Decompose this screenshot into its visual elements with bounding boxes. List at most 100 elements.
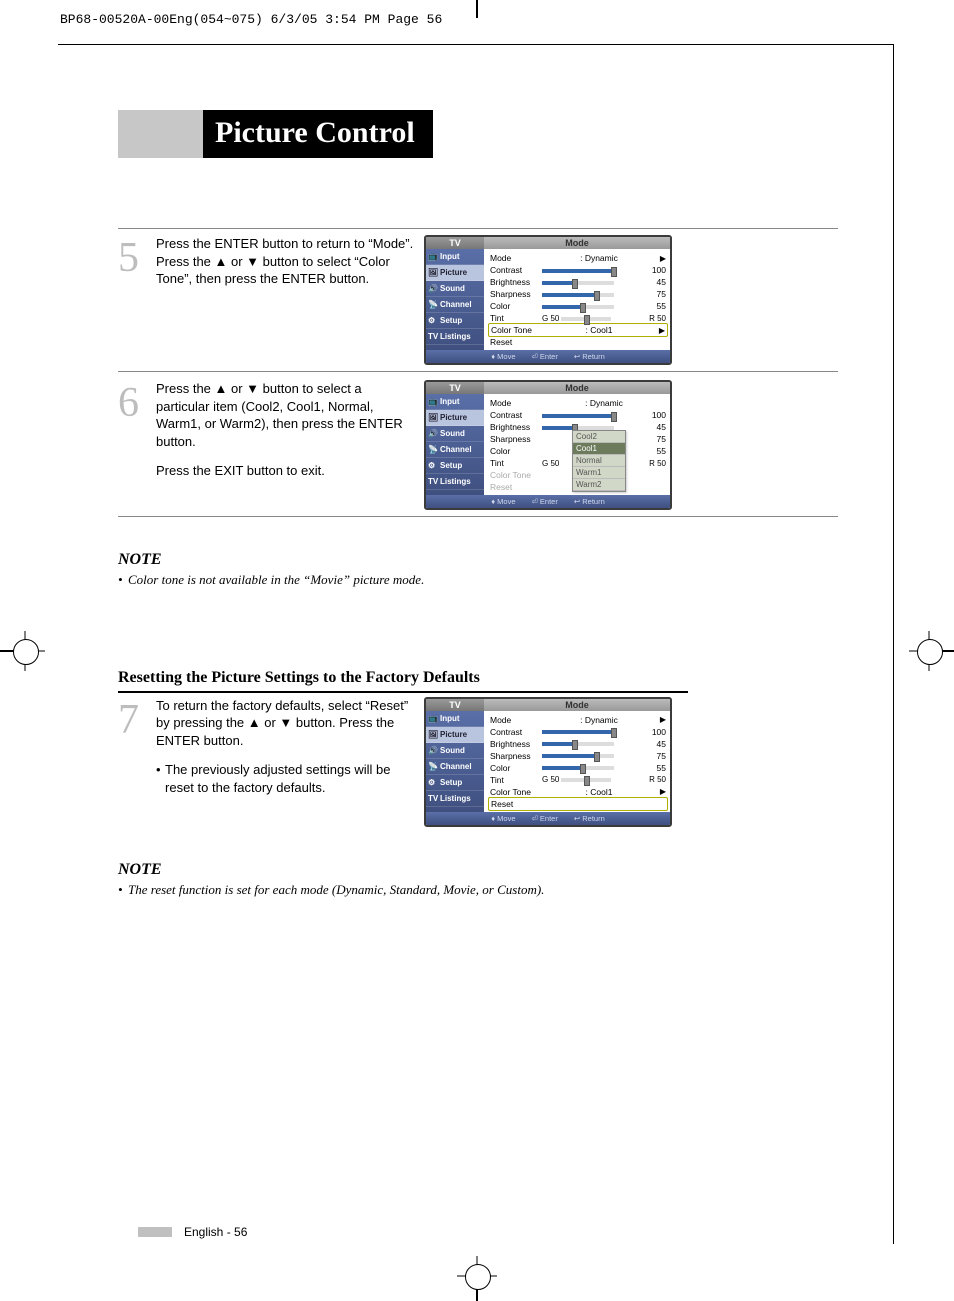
row-tint[interactable]: Tint G 50 R 50 bbox=[490, 774, 666, 786]
sidebar-item-input[interactable]: 📺Input bbox=[426, 394, 484, 410]
chevron-right-icon: ▶ bbox=[656, 715, 666, 724]
setup-icon: ⚙ bbox=[428, 316, 435, 325]
row-color[interactable]: Color 55 bbox=[490, 762, 666, 774]
row-contrast[interactable]: Contrast 100 bbox=[490, 726, 666, 738]
crop-mark-top bbox=[476, 0, 478, 18]
picture-icon: 🖼 bbox=[428, 413, 438, 422]
page-footer: English - 56 bbox=[138, 1225, 247, 1239]
sidebar-item-listings[interactable]: TVListings bbox=[426, 791, 484, 807]
row-tint[interactable]: Tint G 50 R 50 bbox=[490, 312, 666, 324]
chevron-right-icon: ▶ bbox=[655, 326, 665, 335]
setup-icon: ⚙ bbox=[428, 778, 435, 787]
tv-menu: TV Mode 📺Input 🖼Picture 🔊Sound 📡Channel … bbox=[424, 235, 672, 365]
tv-header-left: TV bbox=[426, 382, 484, 394]
channel-icon: 📡 bbox=[428, 445, 438, 454]
step-number: 5 bbox=[118, 235, 156, 365]
dd-warm2[interactable]: Warm2 bbox=[573, 479, 625, 491]
title-accent bbox=[118, 110, 203, 158]
footer-text: English - 56 bbox=[184, 1225, 247, 1239]
row-contrast[interactable]: Contrast 100 bbox=[490, 409, 666, 421]
row-color-tone[interactable]: Color Tone : Cool1 ▶ bbox=[490, 786, 666, 798]
dd-cool1[interactable]: Cool1 bbox=[573, 443, 625, 455]
setup-icon: ⚙ bbox=[428, 461, 435, 470]
row-reset[interactable]: Reset bbox=[488, 797, 668, 811]
step-row-7: 7 To return the factory defaults, select… bbox=[118, 693, 838, 827]
registration-mark-bottom bbox=[452, 1251, 502, 1301]
step-text: To return the factory defaults, select “… bbox=[156, 697, 424, 827]
row-contrast[interactable]: Contrast 100 bbox=[490, 264, 666, 276]
sidebar-item-sound[interactable]: 🔊Sound bbox=[426, 281, 484, 297]
move-icon: ♦ bbox=[491, 352, 495, 361]
sidebar-item-listings[interactable]: TVListings bbox=[426, 474, 484, 490]
sidebar-item-input[interactable]: 📺Input bbox=[426, 711, 484, 727]
tv-screenshot-3: TV Mode 📺Input 🖼Picture 🔊Sound 📡Channel … bbox=[424, 697, 672, 827]
input-icon: 📺 bbox=[428, 252, 438, 261]
note2-body: •The reset function is set for each mode… bbox=[118, 881, 838, 899]
row-mode[interactable]: Mode : Dynamic bbox=[490, 397, 666, 409]
row-sharpness[interactable]: Sharpness 75 bbox=[490, 288, 666, 300]
channel-icon: 📡 bbox=[428, 300, 438, 309]
row-mode[interactable]: Mode : Dynamic ▶ bbox=[490, 714, 666, 726]
step-text: Press the ENTER button to return to “Mod… bbox=[156, 235, 424, 365]
move-icon: ♦ bbox=[491, 497, 495, 506]
tv-footer: ♦ Move ⏎ Enter ↩ Return bbox=[426, 495, 670, 508]
enter-icon: ⏎ bbox=[532, 352, 538, 361]
registration-mark-left bbox=[0, 626, 50, 676]
tv-menu: TV Mode 📺Input 🖼Picture 🔊Sound 📡Channel … bbox=[424, 697, 672, 827]
chevron-right-icon: ▶ bbox=[656, 254, 666, 263]
sidebar-item-setup[interactable]: ⚙Setup bbox=[426, 458, 484, 474]
step-number: 6 bbox=[118, 380, 156, 510]
sidebar-item-channel[interactable]: 📡Channel bbox=[426, 759, 484, 775]
chevron-right-icon: ▶ bbox=[656, 787, 666, 796]
input-icon: 📺 bbox=[428, 714, 438, 723]
listings-icon: TV bbox=[428, 477, 438, 486]
input-icon: 📺 bbox=[428, 397, 438, 406]
sidebar-item-channel[interactable]: 📡Channel bbox=[426, 297, 484, 313]
subheading-reset: Resetting the Picture Settings to the Fa… bbox=[118, 669, 688, 693]
dd-warm1[interactable]: Warm1 bbox=[573, 467, 625, 479]
sidebar-item-picture[interactable]: 🖼Picture bbox=[426, 727, 484, 743]
step-row-5: 5 Press the ENTER button to return to “M… bbox=[118, 228, 838, 372]
return-icon: ↩ bbox=[574, 814, 580, 823]
row-reset[interactable]: Reset bbox=[490, 336, 666, 348]
color-tone-dropdown[interactable]: Cool2 Cool1 Normal Warm1 Warm2 bbox=[572, 430, 626, 492]
enter-icon: ⏎ bbox=[532, 814, 538, 823]
step6-line1: Press the ▲ or ▼ button to select a part… bbox=[156, 380, 416, 450]
dd-normal[interactable]: Normal bbox=[573, 455, 625, 467]
sidebar-item-setup[interactable]: ⚙Setup bbox=[426, 775, 484, 791]
tv-main-panel: Mode : Dynamic ▶ Contrast 100 Brightness bbox=[484, 249, 670, 350]
row-color-tone[interactable]: Color Tone : Cool1 ▶ bbox=[488, 323, 668, 337]
channel-icon: 📡 bbox=[428, 762, 438, 771]
tv-sidebar: 📺Input 🖼Picture 🔊Sound 📡Channel ⚙Setup T… bbox=[426, 711, 484, 812]
sidebar-item-sound[interactable]: 🔊Sound bbox=[426, 743, 484, 759]
tv-screenshot-1: TV Mode 📺Input 🖼Picture 🔊Sound 📡Channel … bbox=[424, 235, 672, 365]
row-color[interactable]: Color 55 bbox=[490, 300, 666, 312]
tv-main-panel: Mode : Dynamic ▶ Contrast 100 Brightness bbox=[484, 711, 670, 812]
row-brightness[interactable]: Brightness 45 bbox=[490, 276, 666, 288]
row-mode[interactable]: Mode : Dynamic ▶ bbox=[490, 252, 666, 264]
dd-cool2[interactable]: Cool2 bbox=[573, 431, 625, 443]
sidebar-item-setup[interactable]: ⚙Setup bbox=[426, 313, 484, 329]
note1-body: •Color tone is not available in the “Mov… bbox=[118, 571, 838, 589]
sidebar-item-listings[interactable]: TVListings bbox=[426, 329, 484, 345]
move-icon: ♦ bbox=[491, 814, 495, 823]
page-title: Picture Control bbox=[203, 110, 433, 158]
row-brightness[interactable]: Brightness 45 bbox=[490, 738, 666, 750]
sidebar-item-sound[interactable]: 🔊Sound bbox=[426, 426, 484, 442]
sidebar-item-channel[interactable]: 📡Channel bbox=[426, 442, 484, 458]
tv-footer: ♦ Move ⏎ Enter ↩ Return bbox=[426, 812, 670, 825]
picture-icon: 🖼 bbox=[428, 268, 438, 277]
sidebar-item-input[interactable]: 📺Input bbox=[426, 249, 484, 265]
tv-header-left: TV bbox=[426, 237, 484, 249]
step5-line2: Press the ▲ or ▼ button to select “Color… bbox=[156, 253, 416, 288]
tv-sidebar: 📺Input 🖼Picture 🔊Sound 📡Channel ⚙Setup T… bbox=[426, 249, 484, 350]
print-header: BP68-00520A-00Eng(054~075) 6/3/05 3:54 P… bbox=[60, 12, 442, 27]
tv-menu: TV Mode 📺Input 🖼Picture 🔊Sound 📡Channel … bbox=[424, 380, 672, 510]
row-sharpness[interactable]: Sharpness 75 bbox=[490, 750, 666, 762]
note-heading: NOTE bbox=[118, 551, 838, 569]
enter-icon: ⏎ bbox=[532, 497, 538, 506]
sidebar-item-picture[interactable]: 🖼Picture bbox=[426, 265, 484, 281]
return-icon: ↩ bbox=[574, 352, 580, 361]
registration-mark-right bbox=[904, 626, 954, 676]
sidebar-item-picture[interactable]: 🖼Picture bbox=[426, 410, 484, 426]
